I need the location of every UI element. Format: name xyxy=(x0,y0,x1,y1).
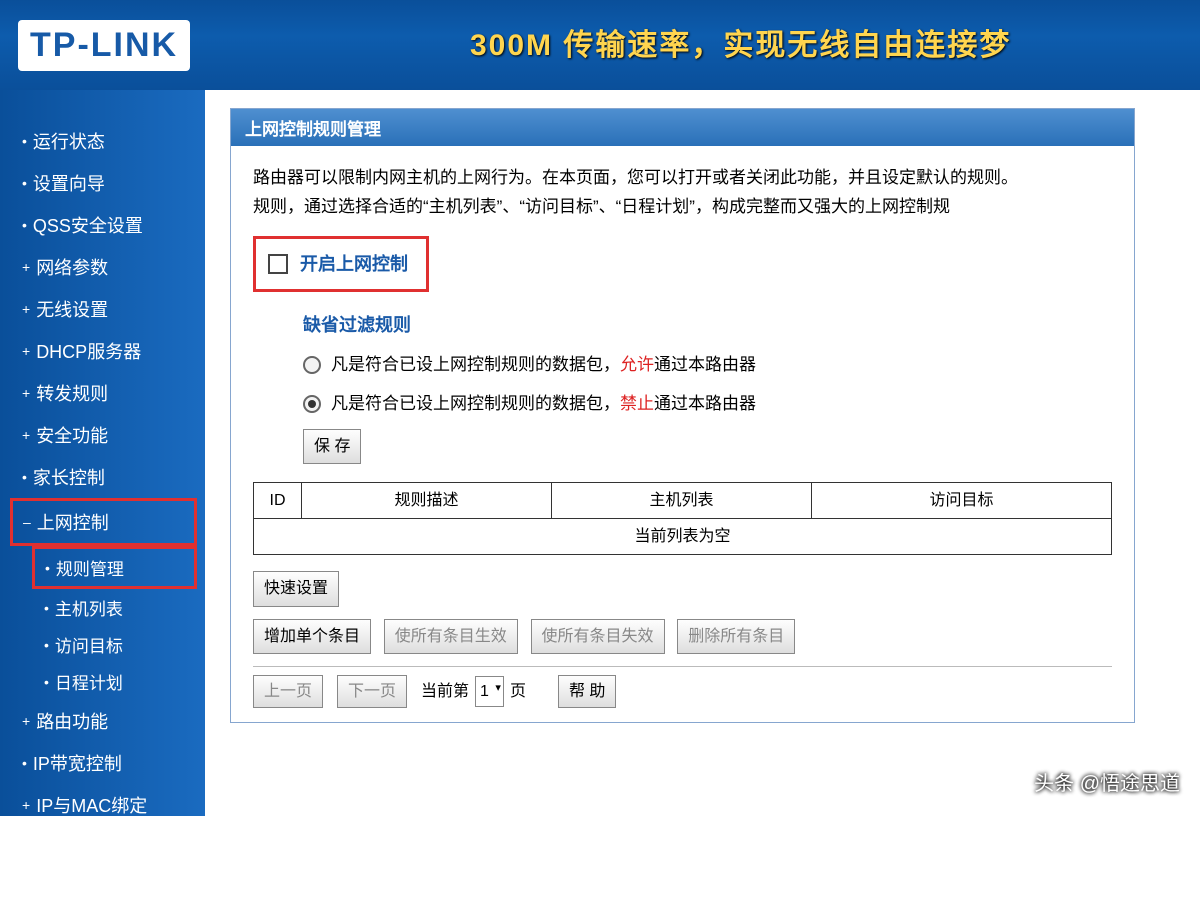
prev-page-button[interactable]: 上一页 xyxy=(253,675,323,708)
nav-security[interactable]: +安全功能 xyxy=(18,414,197,456)
default-rule-title: 缺省过滤规则 xyxy=(303,310,1112,341)
quick-setup-button[interactable]: 快速设置 xyxy=(253,571,339,606)
sidebar: •运行状态 •设置向导 •QSS安全设置 +网络参数 +无线设置 +DHCP服务… xyxy=(0,90,205,816)
main-content: 上网控制规则管理 路由器可以限制内网主机的上网行为。在本页面，您可以打开或者关闭… xyxy=(205,90,1200,816)
enable-label: 开启上网控制 xyxy=(300,249,408,280)
bullet-icon: • xyxy=(44,674,49,690)
app-header: TP-LINK 300M 传输速率，实现无线自由连接梦 xyxy=(0,0,1200,90)
rule-allow-row[interactable]: 凡是符合已设上网控制规则的数据包，允许通过本路由器 xyxy=(303,351,1112,380)
radio-deny[interactable] xyxy=(303,395,321,413)
bullet-icon: • xyxy=(22,755,27,771)
radio-allow[interactable] xyxy=(303,356,321,374)
th-target: 访问目标 xyxy=(812,482,1112,518)
nav-forward[interactable]: +转发规则 xyxy=(18,372,197,414)
nav-wireless[interactable]: +无线设置 xyxy=(18,288,197,330)
nav-ipmac[interactable]: +IP与MAC绑定 xyxy=(18,784,197,826)
nav-bandwidth[interactable]: •IP带宽控制 xyxy=(18,742,197,784)
plus-icon: + xyxy=(22,385,30,401)
nav-sub-rule-mgmt[interactable]: •规则管理 xyxy=(32,546,197,589)
nav-status[interactable]: •运行状态 xyxy=(18,120,197,162)
plus-icon: + xyxy=(22,343,30,359)
th-id: ID xyxy=(254,482,302,518)
page-select[interactable]: 1 xyxy=(475,676,504,707)
th-desc: 规则描述 xyxy=(302,482,552,518)
rule-deny-row[interactable]: 凡是符合已设上网控制规则的数据包，禁止通过本路由器 xyxy=(303,390,1112,419)
bullet-icon: • xyxy=(22,175,27,191)
bullet-icon: • xyxy=(22,217,27,233)
logo-text: TP-LINK xyxy=(30,26,178,64)
bullet-icon: • xyxy=(22,469,27,485)
nav-routing[interactable]: +路由功能 xyxy=(18,700,197,742)
minus-icon: – xyxy=(23,514,31,530)
logo: TP-LINK xyxy=(18,20,190,71)
next-page-button[interactable]: 下一页 xyxy=(337,675,407,708)
bullet-icon: • xyxy=(45,560,50,576)
add-single-button[interactable]: 增加单个条目 xyxy=(253,619,371,654)
plus-icon: + xyxy=(22,301,30,317)
plus-icon: + xyxy=(22,881,30,897)
bullet-icon: • xyxy=(44,637,49,653)
watermark: 头条 @悟途思道 xyxy=(1034,767,1180,796)
disable-all-button[interactable]: 使所有条目失效 xyxy=(531,619,665,654)
th-host: 主机列表 xyxy=(552,482,812,518)
bullet-icon: • xyxy=(22,133,27,149)
nav-dhcp[interactable]: +DHCP服务器 xyxy=(18,330,197,372)
plus-icon: + xyxy=(22,259,30,275)
help-button[interactable]: 帮 助 xyxy=(558,675,616,708)
panel: 上网控制规则管理 路由器可以限制内网主机的上网行为。在本页面，您可以打开或者关闭… xyxy=(230,108,1135,723)
nav-system[interactable]: +系统工具 xyxy=(18,868,197,910)
nav-wizard[interactable]: •设置向导 xyxy=(18,162,197,204)
pager: 上一页 下一页 当前第 1 页 帮 助 xyxy=(253,666,1112,708)
enable-checkbox[interactable] xyxy=(268,254,288,274)
pager-prefix: 当前第 xyxy=(421,678,469,705)
plus-icon: + xyxy=(22,797,30,813)
pager-suffix: 页 xyxy=(510,678,526,705)
enable-all-button[interactable]: 使所有条目生效 xyxy=(384,619,518,654)
intro-text: 路由器可以限制内网主机的上网行为。在本页面，您可以打开或者关闭此功能，并且设定默… xyxy=(253,164,1112,222)
bullet-icon: • xyxy=(22,839,27,855)
plus-icon: + xyxy=(22,427,30,443)
panel-title: 上网控制规则管理 xyxy=(231,109,1134,146)
save-button[interactable]: 保 存 xyxy=(303,429,361,464)
nav-access-control[interactable]: –上网控制 xyxy=(10,498,197,546)
nav-sub-target[interactable]: •访问目标 xyxy=(40,626,197,663)
nav-ddns[interactable]: •动态DNS xyxy=(18,826,197,868)
table-empty: 当前列表为空 xyxy=(254,519,1112,555)
plus-icon: + xyxy=(22,713,30,729)
nav-sub-host-list[interactable]: •主机列表 xyxy=(40,589,197,626)
delete-all-button[interactable]: 删除所有条目 xyxy=(677,619,795,654)
enable-box: 开启上网控制 xyxy=(253,236,429,293)
nav-network[interactable]: +网络参数 xyxy=(18,246,197,288)
bullet-icon: • xyxy=(44,600,49,616)
banner-text: 300M 传输速率，实现无线自由连接梦 xyxy=(470,20,1011,64)
nav-parental[interactable]: •家长控制 xyxy=(18,456,197,498)
nav-sub-schedule[interactable]: •日程计划 xyxy=(40,663,197,700)
rules-table: ID 规则描述 主机列表 访问目标 当前列表为空 xyxy=(253,482,1112,555)
nav-qss[interactable]: •QSS安全设置 xyxy=(18,204,197,246)
